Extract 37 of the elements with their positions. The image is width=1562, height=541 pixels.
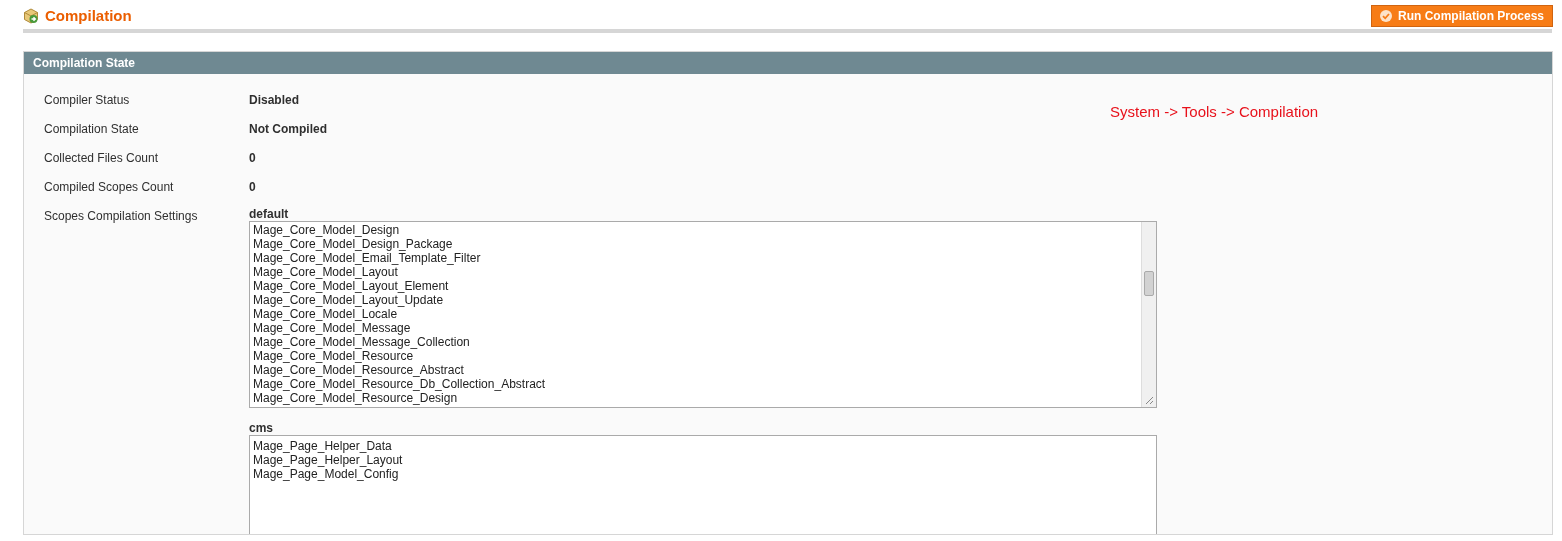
field-value: Not Compiled [249, 121, 327, 138]
class-name: Mage_Core_Model_Message [253, 321, 412, 335]
checkmark-icon [1379, 10, 1392, 22]
class-name: Mage_Core_Model_Message_Collection [253, 335, 471, 349]
class-name: Mage_Core_Model_Resource_Db_Collection_Abstract [253, 377, 547, 391]
class-name: Mage_Core_Model_Resource_Design [253, 391, 459, 405]
field-label: Scopes Compilation Settings [44, 208, 199, 225]
field-label: Compiler Status [44, 92, 131, 109]
scope-name: cms [249, 421, 275, 435]
package-icon [23, 8, 39, 24]
class-name: Mage_Core_Model_Layout_Update [253, 293, 445, 307]
class-name: Mage_Core_Model_Resource_Abstract [253, 363, 465, 377]
scroll-thumb[interactable] [1144, 271, 1154, 296]
field-value: 0 [249, 179, 256, 196]
class-name: Mage_Core_Model_Layout_Element [253, 279, 450, 293]
class-name: Mage_Core_Model_Locale [253, 307, 399, 321]
section-title: Compilation State [33, 55, 135, 72]
field-label: Compiled Scopes Count [44, 179, 175, 196]
class-name: Mage_Page_Helper_Data [253, 439, 393, 453]
annotation-text: System -> Tools -> Compilation [1110, 102, 1319, 122]
field-value: 0 [249, 150, 256, 167]
field-label: Collected Files Count [44, 150, 160, 167]
field-value: Disabled [249, 92, 299, 109]
class-name: Mage_Core_Model_Design [253, 223, 401, 237]
class-name: Mage_Core_Model_Email_Template_Filter [253, 251, 482, 265]
class-name: Mage_Page_Model_Config [253, 467, 400, 481]
class-name: Mage_Page_Helper_Layout [253, 453, 404, 467]
resize-grip-icon[interactable] [1145, 396, 1154, 405]
class-list-field[interactable]: Mage_Page_Helper_Data Mage_Page_Helper_Layout Mage_Page_Model_Config [249, 435, 1157, 534]
page-title: Compilation [45, 5, 132, 26]
class-name: Mage_Core_Model_Resource [253, 349, 415, 363]
class-name: Mage_Core_Model_Design_Package [253, 237, 454, 251]
field-label: Compilation State [44, 121, 140, 138]
class-name: Mage_Core_Model_Layout [253, 265, 399, 279]
class-list-field[interactable] [249, 221, 1157, 408]
scrollbar[interactable] [1141, 222, 1156, 407]
scope-name: default [249, 207, 290, 221]
